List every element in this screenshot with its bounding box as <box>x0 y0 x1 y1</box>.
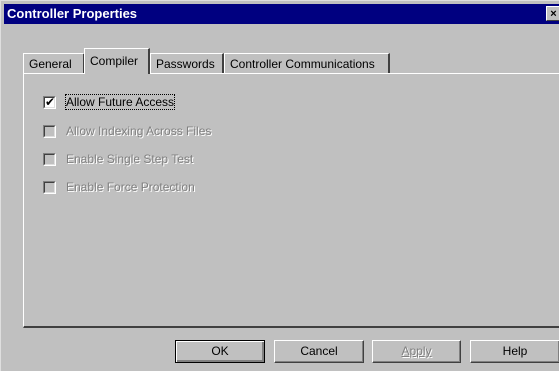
close-button[interactable]: × <box>546 6 559 21</box>
allow-indexing-across-files-label: Allow Indexing Across Files <box>66 124 212 138</box>
close-icon: × <box>550 8 557 20</box>
tab-passwords-label: Passwords <box>156 57 215 71</box>
help-button-label: Help <box>502 344 528 358</box>
enable-single-step-test-checkbox <box>43 152 56 166</box>
window-title: Controller Properties <box>7 6 138 21</box>
cancel-button-label: Cancel <box>300 344 338 358</box>
tab-controller-communications[interactable]: Controller Communications <box>224 53 390 74</box>
enable-single-step-test-label: Enable Single Step Test <box>66 152 194 166</box>
cancel-button[interactable]: Cancel <box>274 340 364 363</box>
tab-general-label: General <box>29 57 72 71</box>
title-bar[interactable]: Controller Properties × <box>4 4 559 24</box>
allow-future-access-label: Allow Future Access <box>64 94 176 110</box>
enable-force-protection-label: Enable Force Protection <box>66 180 195 194</box>
apply-button-label: Apply <box>401 344 432 358</box>
controller-properties-dialog: Controller Properties × General Compiler… <box>0 0 559 371</box>
help-button[interactable]: Help <box>470 340 559 363</box>
checkmark-icon: ✔ <box>45 94 56 109</box>
option-allow-future-access[interactable]: ✔ Allow Future Access <box>43 94 176 110</box>
tab-passwords[interactable]: Passwords <box>150 53 224 74</box>
tab-compiler-label: Compiler <box>90 54 139 68</box>
tab-compiler[interactable]: Compiler <box>84 48 150 74</box>
allow-future-access-checkbox[interactable]: ✔ <box>43 94 56 109</box>
option-allow-indexing-across-files: Allow Indexing Across Files <box>43 123 211 139</box>
apply-button: Apply <box>372 340 461 363</box>
tab-general[interactable]: General <box>23 53 85 74</box>
allow-indexing-across-files-checkbox <box>43 124 56 138</box>
tab-controller-communications-label: Controller Communications <box>230 57 375 71</box>
option-enable-single-step-test: Enable Single Step Test <box>43 151 193 167</box>
enable-force-protection-checkbox <box>43 180 56 194</box>
ok-button-label: OK <box>211 344 229 358</box>
compiler-tab-panel <box>23 73 559 328</box>
option-enable-force-protection: Enable Force Protection <box>43 179 195 195</box>
ok-button[interactable]: OK <box>175 340 265 363</box>
